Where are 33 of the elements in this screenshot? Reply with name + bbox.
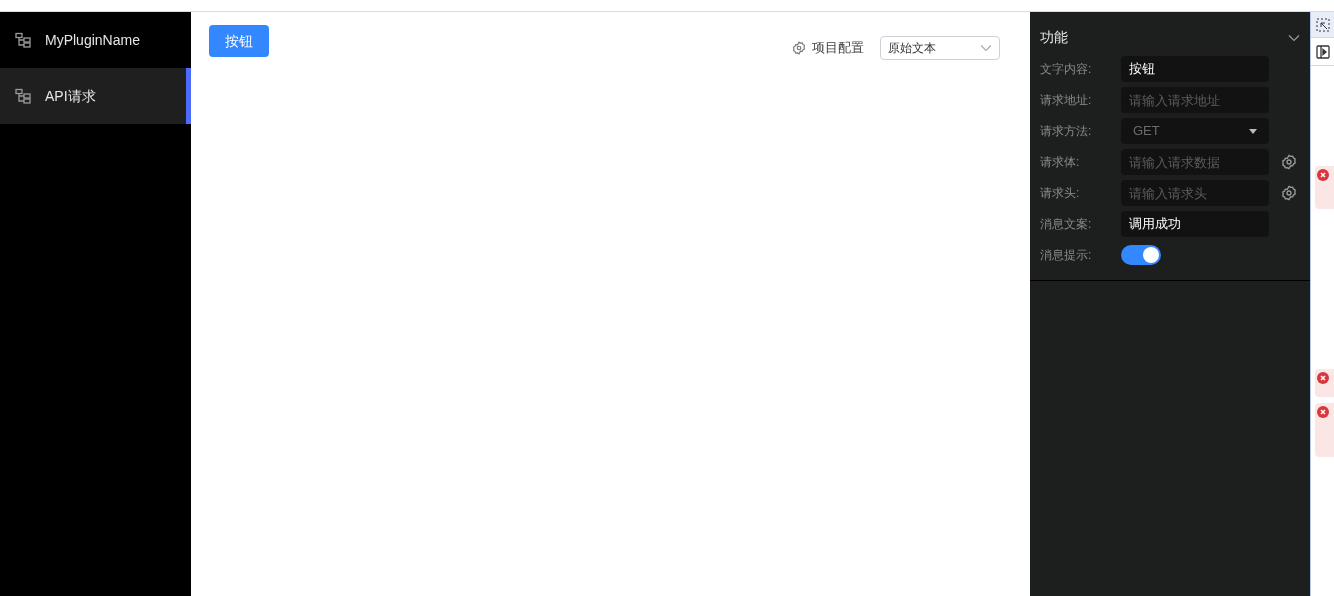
text-field[interactable]: 按钮 [1121, 56, 1269, 82]
field-label: 请求头: [1040, 185, 1081, 202]
text-field[interactable]: 请输入请求头 [1121, 180, 1269, 206]
collapse-toggle[interactable] [1288, 33, 1300, 42]
tree-structure-icon [15, 32, 31, 48]
field-label: 文字内容: [1040, 61, 1093, 78]
text-field[interactable]: 请输入请求数据 [1121, 149, 1269, 175]
field-label: 请求体: [1040, 154, 1081, 171]
select-tool-icon[interactable] [1315, 17, 1330, 32]
settings-icon[interactable] [1281, 185, 1297, 201]
settings-icon[interactable] [792, 41, 806, 55]
method-select[interactable]: GET [1121, 118, 1269, 144]
field-label: 消息文案: [1040, 216, 1093, 233]
error-icon [1317, 406, 1329, 418]
project-config-link[interactable]: 项目配置 [792, 38, 864, 58]
tree-structure-icon [15, 88, 31, 104]
settings-icon[interactable] [1281, 154, 1297, 170]
text-field[interactable]: 请输入请求地址 [1121, 87, 1269, 113]
error-icon [1317, 169, 1329, 181]
chevron-down-icon [980, 44, 992, 52]
sidebar-item[interactable]: API请求 [0, 68, 191, 124]
caret-down-icon [1249, 128, 1257, 134]
chevron-down-icon [1288, 33, 1300, 42]
mode-select[interactable]: 原始文本 [880, 36, 1000, 60]
text-field[interactable]: 调用成功 [1121, 211, 1269, 237]
toggle-switch[interactable] [1121, 245, 1161, 265]
field-label: 请求地址: [1040, 92, 1093, 109]
panel-toggle-icon[interactable] [1315, 44, 1330, 59]
error-icon [1317, 372, 1329, 384]
field-label: 请求方法: [1040, 123, 1093, 140]
section-title: 功能 [1040, 28, 1068, 47]
sidebar-item[interactable]: MyPluginName [0, 12, 191, 68]
field-label: 消息提示: [1040, 247, 1093, 264]
